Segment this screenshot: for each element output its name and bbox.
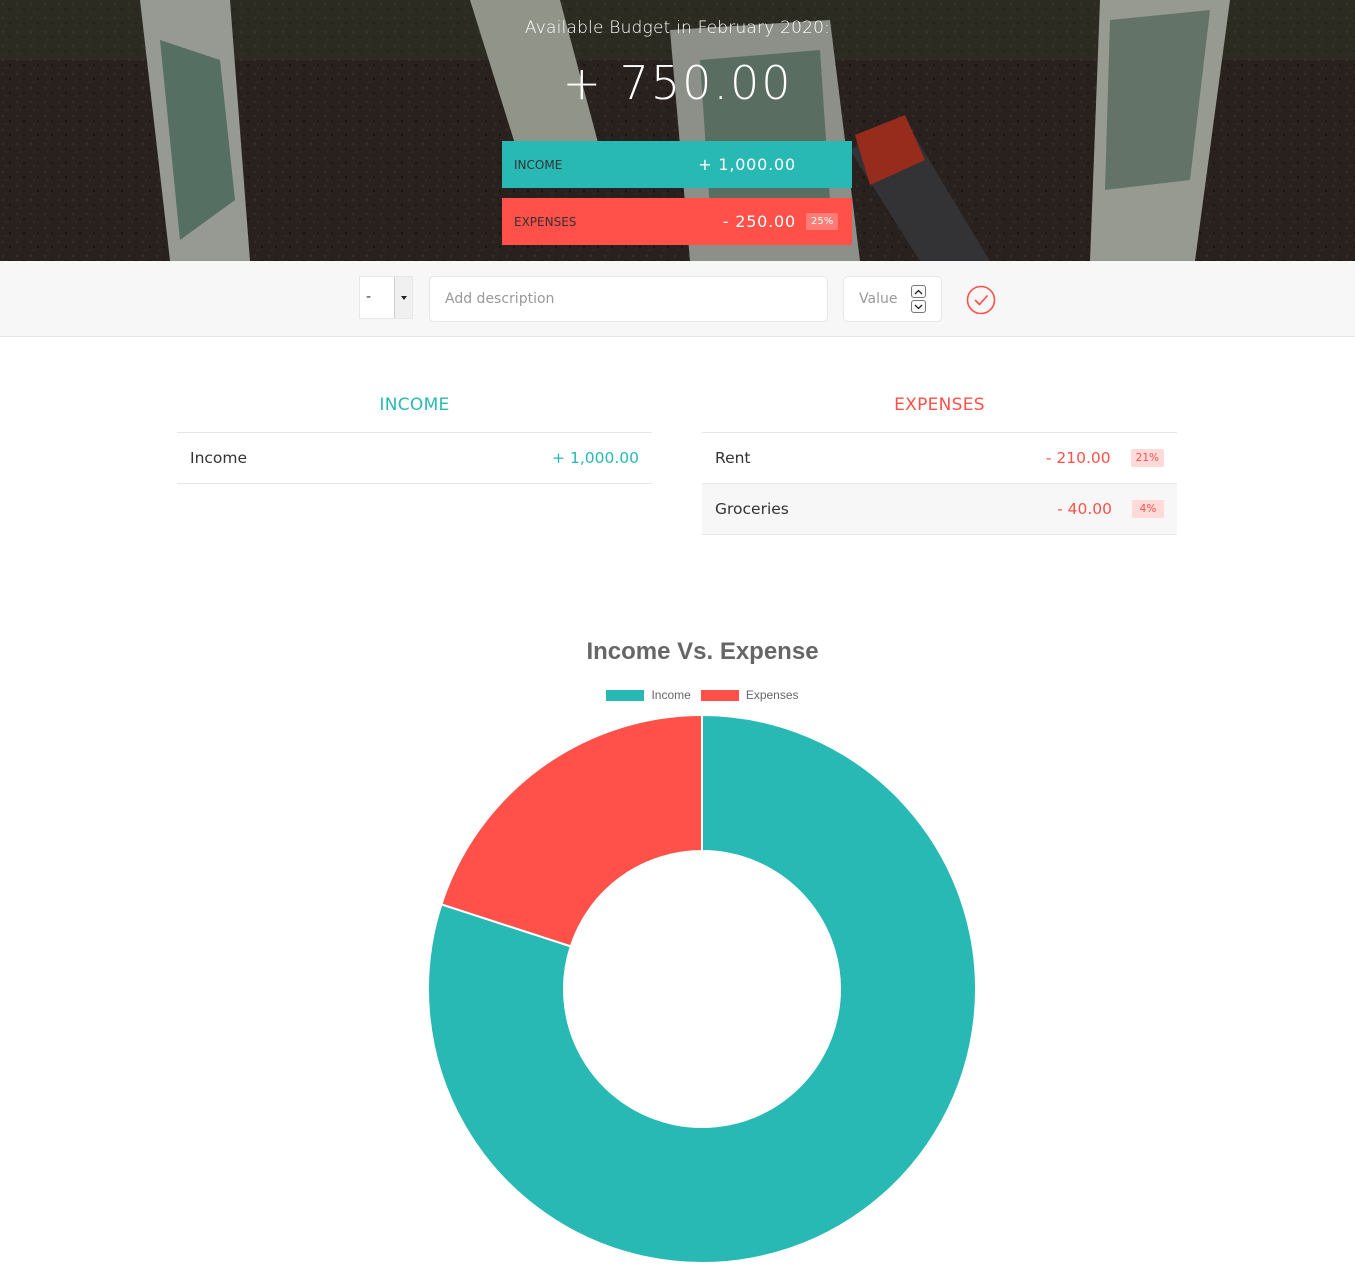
donut-slice-expenses[interactable] — [440, 713, 703, 948]
chevron-down-icon — [914, 304, 923, 309]
item-percentage-badge: 4% — [1132, 500, 1164, 518]
list-item[interactable]: Groceries - 40.00 4% — [702, 484, 1177, 535]
add-item-bar: - — [0, 261, 1355, 337]
stepper-up-button[interactable] — [911, 285, 926, 298]
budget-header: Available Budget in February 2020: + 750… — [0, 0, 1355, 261]
chevron-up-icon — [914, 289, 923, 294]
legend-swatch-income — [606, 689, 645, 701]
caret-down-icon — [401, 296, 407, 300]
income-summary: Income + 1,000.00 — [502, 141, 852, 188]
donut-chart — [427, 713, 977, 1264]
expenses-percentage-badge: 25% — [806, 213, 839, 230]
stepper-down-button[interactable] — [911, 300, 926, 313]
item-description: Groceries — [715, 500, 789, 518]
budget-title: Available Budget in February 2020: — [524, 18, 831, 38]
income-list-title: Income — [177, 395, 652, 433]
chart-title: Income Vs. Expense — [586, 638, 819, 665]
item-value: - 40.00 — [1057, 500, 1112, 518]
list-item[interactable]: Rent - 210.00 21% — [702, 433, 1177, 484]
income-summary-value: + 1,000.00 — [698, 155, 796, 174]
description-input[interactable] — [429, 276, 828, 322]
item-description: Rent — [715, 449, 751, 467]
expenses-summary: Expenses - 250.00 25% — [502, 198, 852, 245]
list-item[interactable]: Income + 1,000.00 — [177, 433, 652, 484]
item-value: - 210.00 — [1045, 449, 1111, 467]
type-select-value: - — [366, 289, 372, 305]
expenses-summary-value: - 250.00 — [722, 212, 796, 231]
add-item-button[interactable] — [966, 285, 996, 315]
value-input[interactable] — [845, 278, 909, 320]
checkmark-circle-icon — [966, 285, 996, 315]
expenses-list-title: Expenses — [702, 395, 1177, 433]
expenses-list: Expenses Rent - 210.00 21% Groceries - 4… — [702, 395, 1177, 535]
income-summary-label: Income — [514, 157, 563, 172]
item-percentage-badge: 21% — [1130, 449, 1164, 467]
available-budget-value: + 750.00 — [562, 56, 793, 110]
expenses-summary-label: Expenses — [514, 214, 577, 229]
item-description: Income — [190, 449, 248, 467]
value-field[interactable] — [843, 276, 942, 322]
item-value: + 1,000.00 — [552, 449, 639, 467]
value-stepper[interactable] — [911, 285, 927, 314]
legend-swatch-expenses — [700, 689, 739, 701]
type-select-toggle[interactable] — [394, 277, 412, 318]
income-list: Income Income + 1,000.00 — [177, 395, 652, 484]
type-select[interactable]: - — [359, 276, 413, 319]
